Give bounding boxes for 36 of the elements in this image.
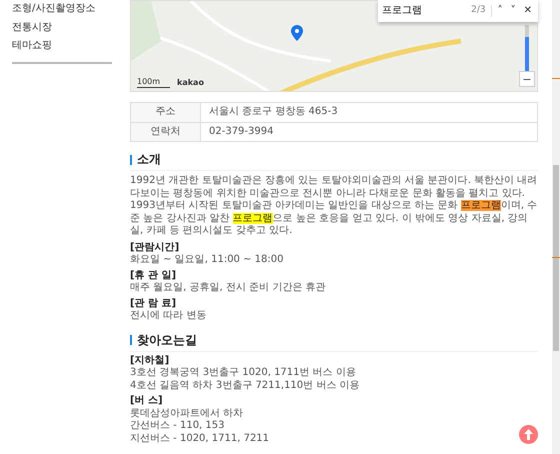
close-button[interactable]: ✕ bbox=[522, 6, 534, 16]
heading-marker-icon bbox=[130, 335, 132, 345]
heading-marker-icon bbox=[130, 154, 132, 164]
detail-text: 간선버스 - 110, 153 bbox=[130, 420, 224, 432]
table-cell: 서울시 종로구 평창동 465-3 bbox=[200, 102, 538, 122]
table-cell: 주소 bbox=[130, 102, 200, 122]
previous-button[interactable]: ˄ bbox=[496, 6, 505, 16]
zoom-slider[interactable] bbox=[525, 25, 529, 71]
detail-text: 3호선 경복궁역 3번출구 1020, 1711번 버스 이용 bbox=[130, 367, 356, 380]
detail-heading: [휴 관 일] bbox=[130, 270, 176, 282]
detail-text: 화요일 ~ 일요일, 11:00 ~ 18:00 bbox=[130, 254, 284, 266]
detail-heading: [관 람 료] bbox=[130, 298, 176, 310]
detail-heading: [버 스] bbox=[130, 395, 163, 408]
arrow-up-icon bbox=[524, 429, 533, 440]
sidebar-link[interactable]: 전통시장 bbox=[12, 18, 120, 37]
table-cell: 02-379-3994 bbox=[200, 122, 538, 142]
detail-text: 전시에 따라 변동 bbox=[130, 310, 206, 322]
map-scale: 100m bbox=[137, 77, 170, 88]
detail-text: 4호선 길음역 하차 3번출구 7211,110번 버스 이용 bbox=[130, 380, 360, 392]
zoom-out-button[interactable]: − bbox=[519, 71, 535, 87]
match-count: 2/3 bbox=[471, 5, 492, 17]
sidebar-link[interactable]: 조형/사진촬영장소 bbox=[12, 0, 120, 18]
detail-text: 롯데삼성아파트에서 하차 bbox=[130, 408, 244, 420]
table-cell: 연락처 bbox=[130, 122, 200, 142]
detail-text: 매주 월요일, 공휴일, 전시 준비 기간은 휴관 bbox=[130, 282, 326, 294]
intro-paragraph: 1992년 개관한 토탈미술관은 장흥에 있는 토탈야외미술관의 서울 분관이다. 북한산이 내려다보이는 평창동에 위치한 미술관으로 전시뿐 아니라 다채로운 문화 활동을 펼치고 있다. 1993년부터 시작된 토탈미술관 아카데미는 일반인을 대상으로 하는 문화 프로그램 이며, 수준 높은 강사진과 알찬 프로그램으로 높은 호응을 얻고 있다. 이 밖에도 영상 자료실, 강의실, 카페 등 편의시설도 갖추고 있다. bbox=[130, 175, 538, 238]
scroll-to-top-button[interactable] bbox=[519, 425, 538, 444]
section-heading: 찾아오는길 bbox=[137, 332, 197, 348]
map-pin-icon bbox=[291, 25, 303, 41]
map-logo: kakao bbox=[177, 78, 204, 88]
section-heading: 소개 bbox=[137, 152, 161, 167]
sidebar-link[interactable]: 테마쇼핑 bbox=[12, 37, 120, 56]
detail-text: 지선버스 - 1020, 1711, 7211 bbox=[130, 432, 270, 445]
detail-heading: [관람시간] bbox=[130, 242, 180, 254]
detail-heading: [지하철] bbox=[130, 354, 170, 367]
next-button[interactable]: ˅ bbox=[508, 6, 518, 16]
